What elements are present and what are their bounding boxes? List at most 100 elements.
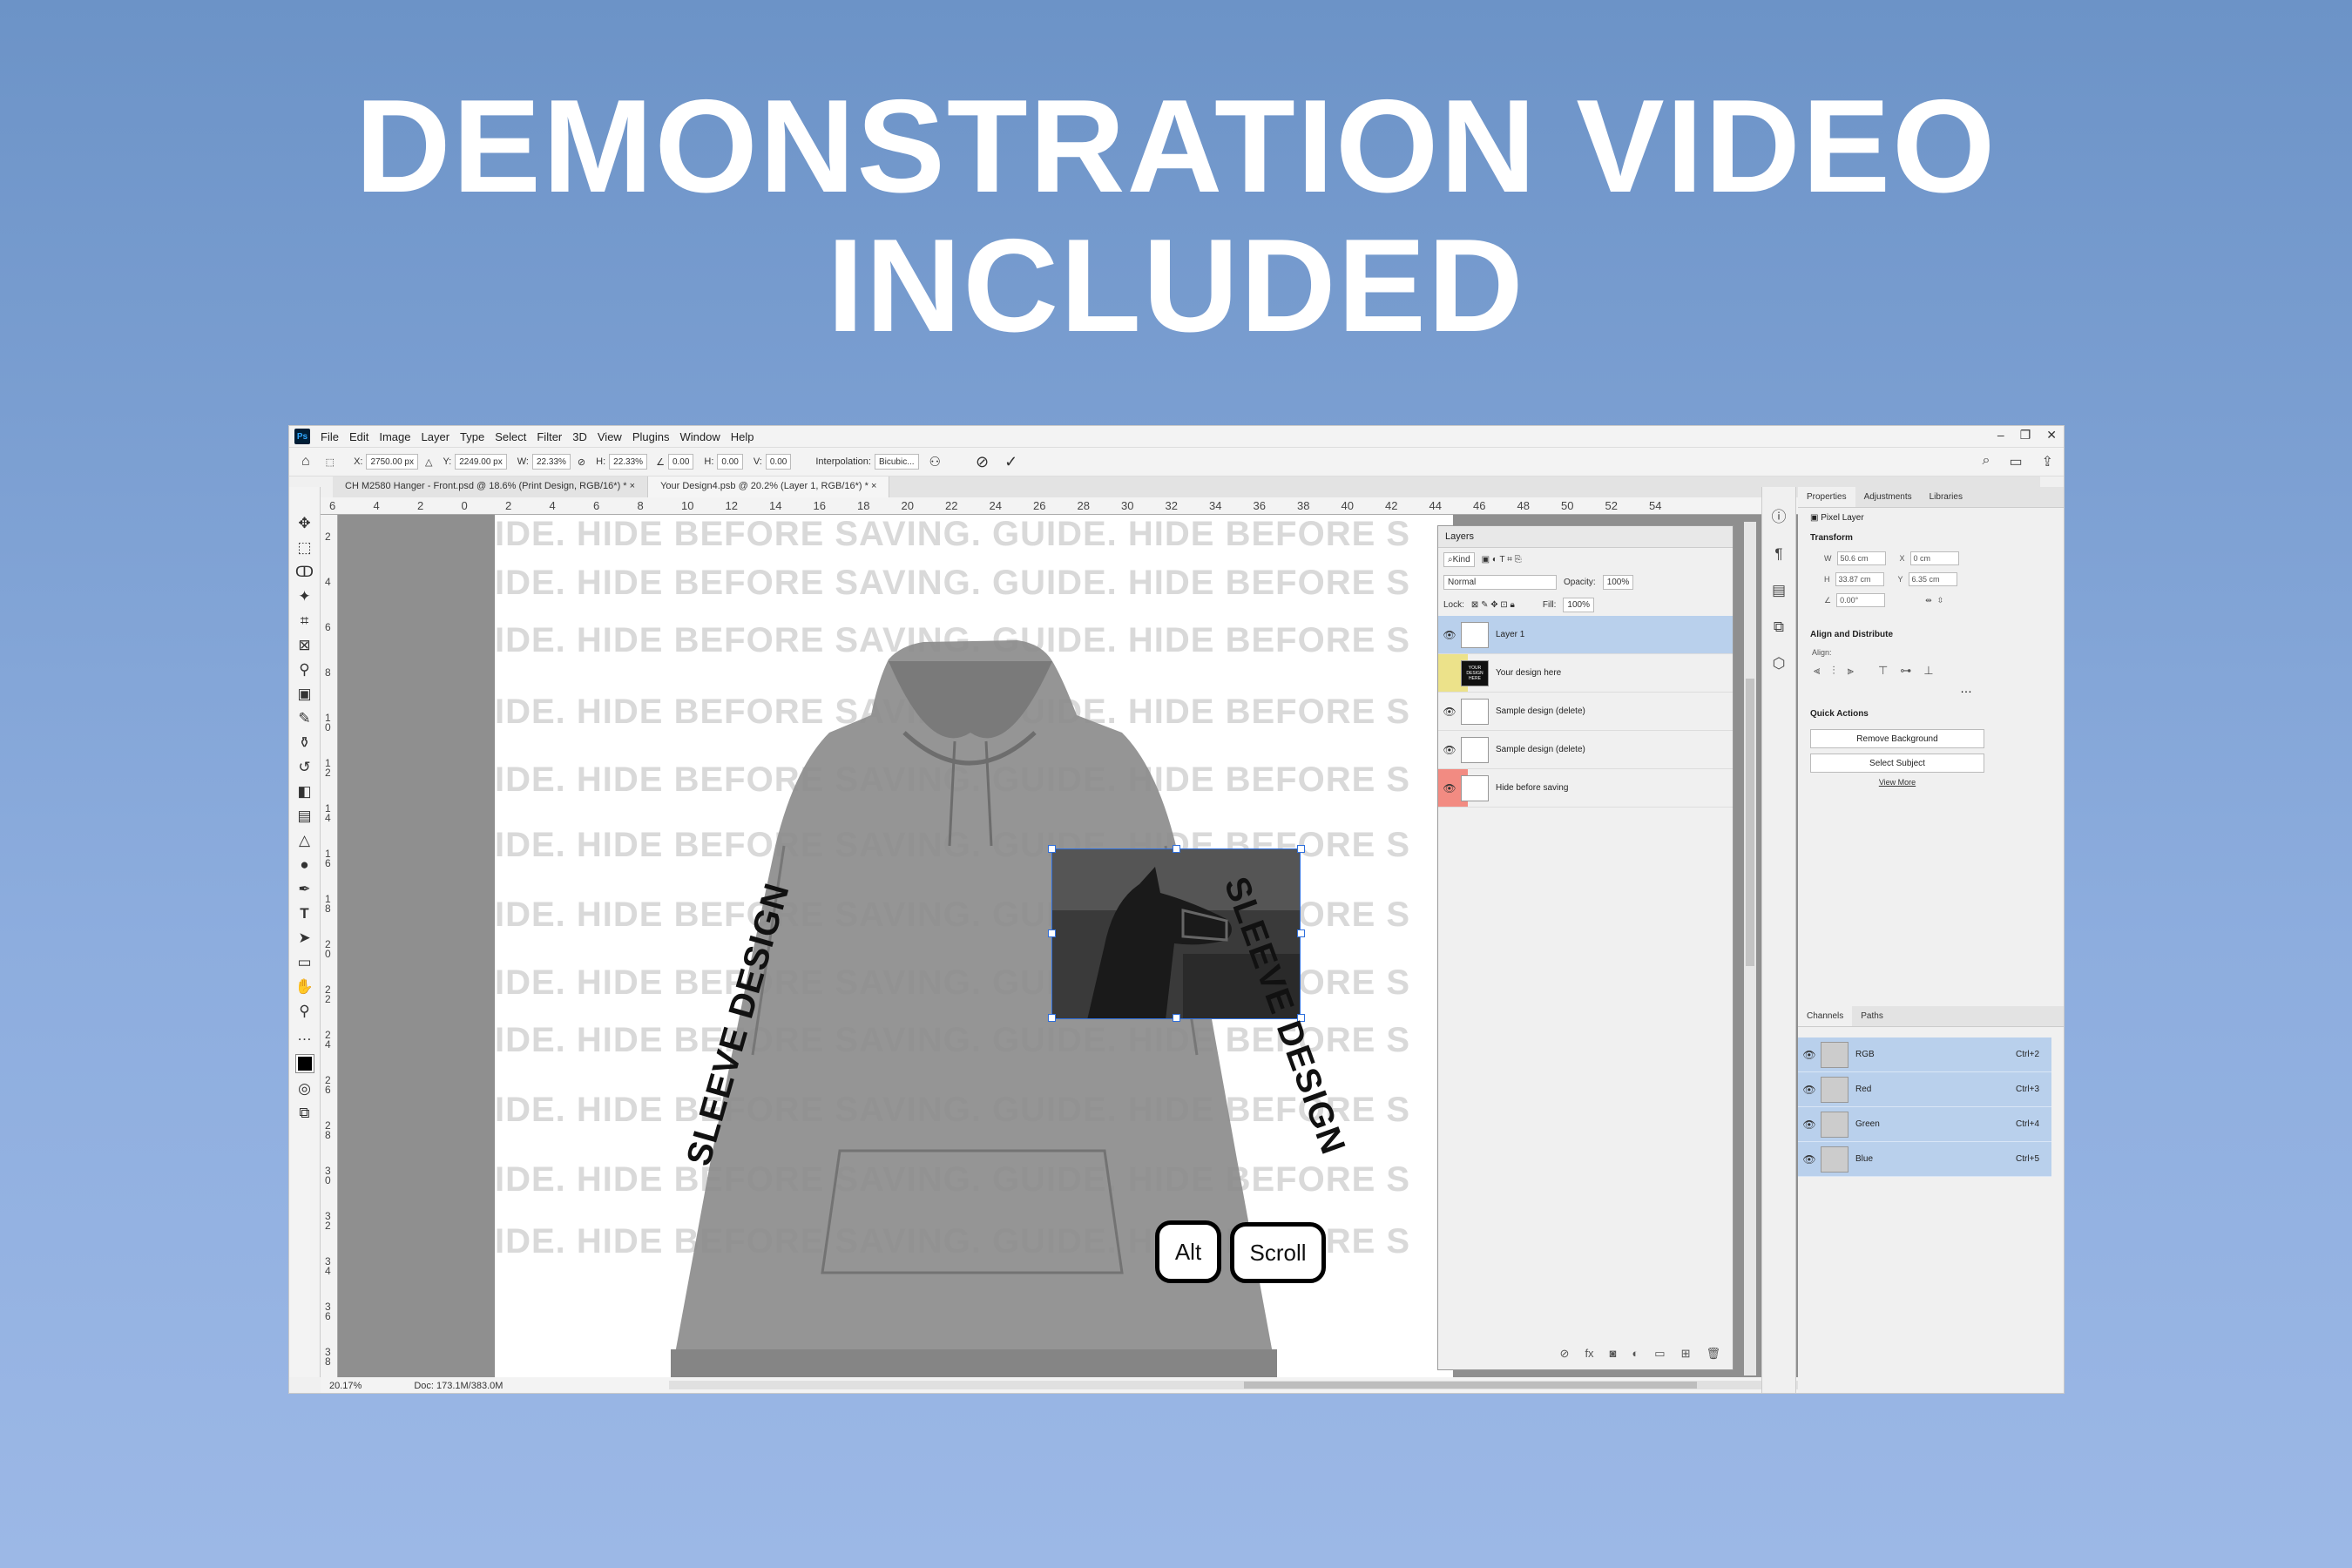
commit-transform-icon[interactable]: ✓	[1004, 453, 1017, 471]
foreground-color-swatch[interactable]	[294, 1054, 314, 1073]
menu-window[interactable]: Window	[679, 430, 720, 443]
menu-view[interactable]: View	[598, 430, 622, 443]
channel-row[interactable]: 👁︎ Green Ctrl+4	[1798, 1107, 2051, 1142]
channel-row[interactable]: 👁︎ RGB Ctrl+2	[1798, 1037, 2051, 1072]
stamp-tool-icon[interactable]: ⚱	[294, 734, 315, 751]
info-icon[interactable]: ⓘ	[1772, 504, 1787, 526]
healing-brush-icon[interactable]: ▣	[294, 686, 315, 702]
history-brush-icon[interactable]: ↺	[294, 759, 315, 775]
layer-row[interactable]: 👁︎ Sample design (delete)	[1438, 693, 1733, 731]
tab-hanger-front[interactable]: CH M2580 Hanger - Front.psd @ 18.6% (Pri…	[333, 476, 649, 497]
close-icon[interactable]: ✕	[2046, 428, 2057, 443]
close-tab-icon[interactable]: ×	[630, 481, 635, 491]
dodge-tool-icon[interactable]: ●	[294, 856, 315, 873]
eye-icon[interactable]: 👁︎	[1798, 1119, 1821, 1131]
eraser-tool-icon[interactable]: ◧	[294, 783, 315, 800]
gradient-tool-icon[interactable]: ▤	[294, 808, 315, 824]
angle-field[interactable]: 0.00°	[1836, 593, 1886, 607]
blur-tool-icon[interactable]: △	[294, 832, 315, 848]
horizontal-scrollbar[interactable]	[669, 1381, 1845, 1389]
hand-tool-icon[interactable]: ✋	[294, 978, 315, 995]
menu-file[interactable]: File	[321, 430, 339, 443]
link-layers-icon[interactable]: ⊘	[1560, 1347, 1570, 1361]
scroll-thumb[interactable]	[1244, 1382, 1697, 1389]
warp-icon[interactable]: ⚇	[929, 454, 941, 470]
eye-icon[interactable]: 👁︎	[1798, 1084, 1821, 1096]
quick-mask-icon[interactable]: ◎	[294, 1080, 315, 1097]
close-tab-icon[interactable]: ×	[871, 481, 876, 491]
align-bottom-icon[interactable]: ⊥	[1923, 664, 1933, 678]
flip-vertical-icon[interactable]: ⇳	[1937, 596, 1944, 605]
cancel-transform-icon[interactable]: ⊘	[976, 453, 989, 471]
more-options-icon[interactable]: …	[1798, 681, 1972, 695]
type-tool-icon[interactable]: T	[294, 905, 315, 922]
pen-tool-icon[interactable]: ✒	[294, 881, 315, 897]
y-position-field[interactable]: 6.35 cm	[1908, 572, 1957, 586]
tab-paths[interactable]: Paths	[1852, 1006, 1892, 1026]
zoom-tool-icon[interactable]: ⚲	[294, 1003, 315, 1019]
align-center-icon[interactable]: ⫶	[1832, 664, 1835, 678]
tab-properties[interactable]: Properties	[1798, 487, 1855, 507]
x-position-field[interactable]: 0 cm	[1909, 551, 1959, 565]
align-right-icon[interactable]: ⫸	[1848, 664, 1854, 678]
menu-edit[interactable]: Edit	[349, 430, 368, 443]
group-icon[interactable]: ▭	[1654, 1347, 1665, 1361]
hskew-field[interactable]: 0.00	[717, 454, 743, 470]
trash-icon[interactable]: 🗑︎	[1706, 1347, 1720, 1361]
marquee-tool-icon[interactable]: ⬚	[294, 539, 315, 556]
layer-kind-filter[interactable]: ⌕ Kind	[1443, 551, 1475, 567]
menu-select[interactable]: Select	[495, 430, 526, 443]
path-select-icon[interactable]: ➤	[294, 929, 315, 946]
workspace-icon[interactable]: ▭	[2009, 453, 2022, 470]
menu-type[interactable]: Type	[460, 430, 484, 443]
fx-icon[interactable]: fx	[1585, 1347, 1593, 1361]
history-icon[interactable]: ⧉	[1774, 618, 1784, 636]
h-field[interactable]: 22.33%	[609, 454, 648, 470]
transform-handle[interactable]	[1173, 845, 1180, 853]
magic-wand-icon[interactable]: ✦	[294, 588, 315, 605]
align-left-icon[interactable]: ⫷	[1814, 664, 1820, 678]
adjustment-icon[interactable]: ◐	[1632, 1347, 1639, 1361]
minimize-icon[interactable]: –	[1997, 428, 2004, 443]
menu-plugins[interactable]: Plugins	[632, 430, 670, 443]
layer-row[interactable]: 👁︎ Hide before saving	[1438, 769, 1733, 808]
tab-adjustments[interactable]: Adjustments	[1855, 487, 1921, 507]
scroll-thumb[interactable]	[1746, 679, 1754, 966]
menu-filter[interactable]: Filter	[537, 430, 562, 443]
transform-handle[interactable]	[1048, 929, 1056, 937]
remove-background-button[interactable]: Remove Background	[1810, 729, 1984, 748]
width-field[interactable]: 50.6 cm	[1836, 551, 1886, 565]
height-field[interactable]: 33.87 cm	[1835, 572, 1884, 586]
layer-row[interactable]: YOUR DESIGN HERE Your design here	[1438, 654, 1733, 693]
vskew-field[interactable]: 0.00	[765, 454, 792, 470]
transform-handle[interactable]	[1048, 845, 1056, 853]
transform-handle[interactable]	[1297, 929, 1305, 937]
shape-tool-icon[interactable]: ▭	[294, 954, 315, 970]
frame-tool-icon[interactable]: ⊠	[294, 637, 315, 653]
eye-icon[interactable]: 👁︎	[1438, 706, 1461, 718]
x-field[interactable]: 2750.00 px	[366, 454, 418, 470]
tab-your-design[interactable]: Your Design4.psb @ 20.2% (Layer 1, RGB/1…	[648, 476, 890, 497]
document-canvas[interactable]: IDE. HIDE BEFORE SAVING. GUIDE. HIDE BEF…	[495, 515, 1453, 1377]
zoom-level[interactable]: 20.17%	[329, 1381, 362, 1391]
3d-icon[interactable]: ⬡	[1773, 655, 1786, 672]
share-icon[interactable]: ⇪	[2042, 453, 2053, 470]
search-icon[interactable]: ⌕	[1983, 453, 1990, 470]
blend-mode-select[interactable]: Normal	[1443, 574, 1557, 590]
opacity-field[interactable]: 100%	[1602, 574, 1634, 590]
eye-icon[interactable]: 👁︎	[1438, 629, 1461, 641]
mask-icon[interactable]: ◙	[1610, 1347, 1617, 1361]
screen-mode-icon[interactable]: ⧉	[294, 1105, 315, 1121]
brush-tool-icon[interactable]: ✎	[294, 710, 315, 727]
menu-help[interactable]: Help	[731, 430, 754, 443]
quick-actions-section[interactable]: Quick Actions	[1798, 704, 2064, 724]
transform-handle[interactable]	[1173, 1014, 1180, 1022]
interpolation-select[interactable]: Bicubic...	[874, 454, 919, 470]
view-more-link[interactable]: View More	[1798, 778, 1997, 787]
properties-icon[interactable]: ▤	[1772, 582, 1786, 599]
filter-icons[interactable]: ▣ ◐ T ⌗ ⎘	[1482, 555, 1522, 564]
align-middle-icon[interactable]: ⊶	[1900, 664, 1911, 678]
menu-image[interactable]: Image	[379, 430, 410, 443]
layer-row[interactable]: 👁︎ Layer 1	[1438, 616, 1733, 654]
more-tools-icon[interactable]: …	[294, 1027, 315, 1044]
